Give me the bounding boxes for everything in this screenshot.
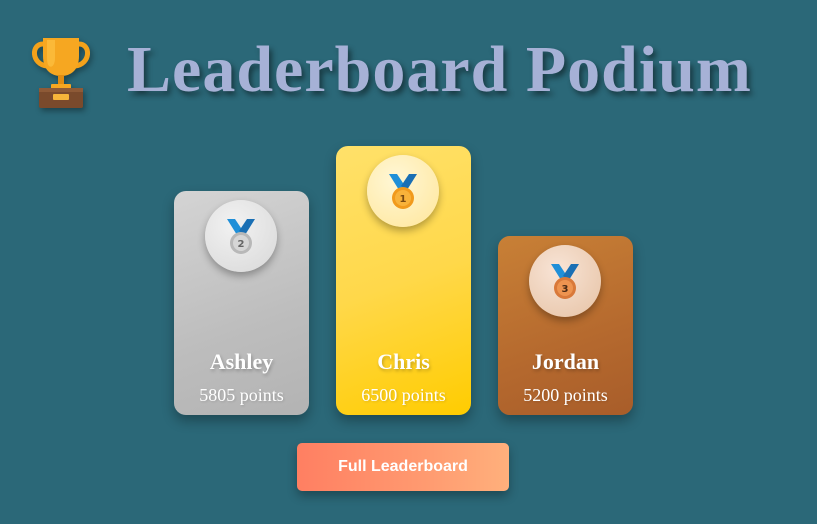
third-place-medal-icon: 3 [551,264,579,299]
medal-badge: 1 [367,155,439,227]
podium-card-third: 3 Jordan 5200 points [498,236,633,415]
second-place-medal-icon: 2 [227,219,255,254]
medal-badge: 3 [529,245,601,317]
first-place-medal-icon: 1 [389,174,417,209]
full-leaderboard-button[interactable]: Full Leaderboard [297,443,509,491]
podium-card-first: 1 Chris 6500 points [336,146,471,415]
player-points: 6500 points [361,385,446,405]
medal-number: 3 [562,284,569,295]
podium-card-second: 2 Ashley 5805 points [174,191,309,415]
player-points: 5200 points [523,385,608,405]
header: Leaderboard Podium [29,25,752,115]
medal-badge: 2 [205,200,277,272]
player-name: Chris [377,349,430,374]
player-name: Jordan [531,349,600,374]
trophy-icon [32,38,90,108]
leaderboard-page: Leaderboard Podium 2 Ashley 5805 points … [0,0,817,524]
player-points: 5805 points [199,385,284,405]
page-title: Leaderboard Podium [127,33,752,106]
medal-number: 2 [238,239,245,250]
player-name: Ashley [209,349,274,374]
medal-number: 1 [400,194,407,205]
